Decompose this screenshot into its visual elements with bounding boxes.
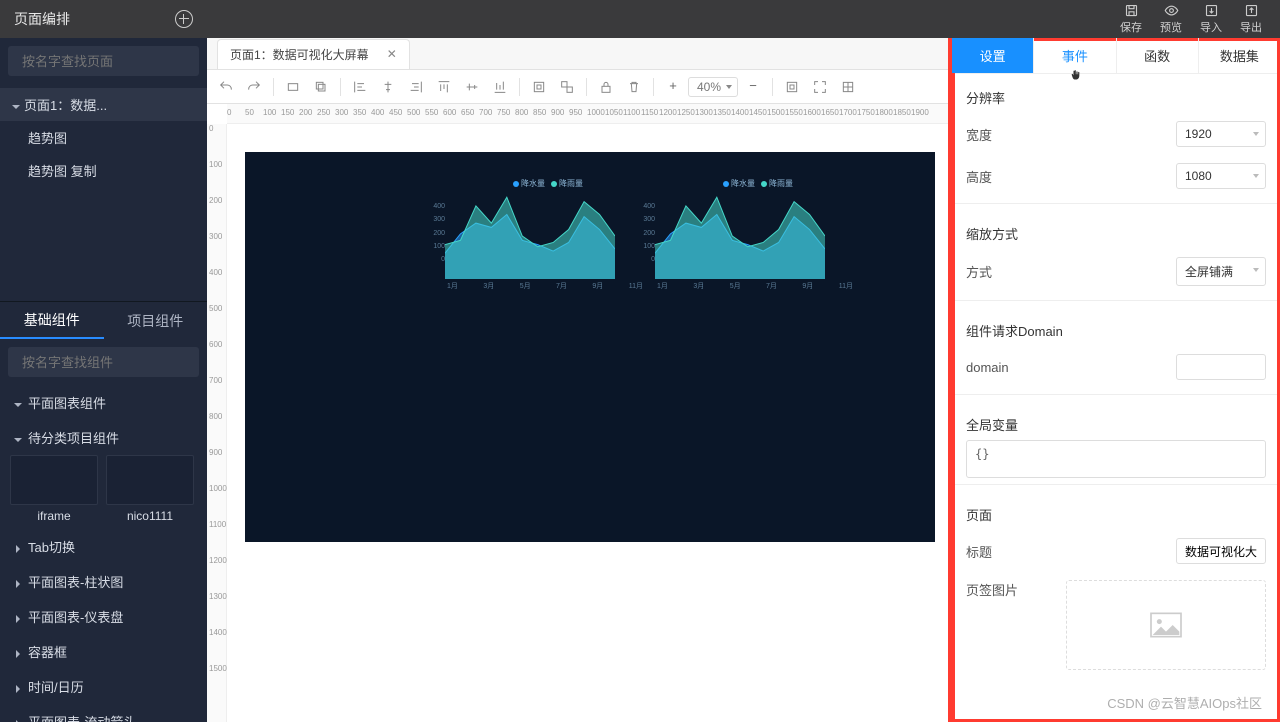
image-placeholder-icon <box>1146 610 1186 640</box>
editor-tab-label: 页面1：数据可视化大屏幕 <box>230 46 369 63</box>
component-group-3[interactable]: 平面图表-柱状图 <box>0 564 207 599</box>
component-thumb[interactable]: nico1111 <box>106 455 194 523</box>
component-list[interactable]: 平面图表组件待分类项目组件iframenico1111 Tab切换平面图表-柱状图… <box>0 385 207 722</box>
tab-base-components[interactable]: 基础组件 <box>0 302 104 339</box>
component-group-7[interactable]: 平面图表-流动箭头 <box>0 704 207 722</box>
ruler-horizontal: 0501001502002503003504004505005506006507… <box>227 104 948 124</box>
title-label: 标题 <box>966 542 1176 561</box>
align-bottom-button[interactable] <box>491 78 509 96</box>
domain-input[interactable] <box>1176 354 1266 380</box>
section-scale: 缩放方式 <box>966 210 1266 249</box>
export-button[interactable]: 导出 <box>1240 3 1262 35</box>
align-center-h-button[interactable] <box>379 78 397 96</box>
align-right-button[interactable] <box>407 78 425 96</box>
component-group-2[interactable]: Tab切换 <box>0 529 207 564</box>
canvas-stage[interactable]: 降水量降雨量01002003004001月3月5月7月9月11月 降水量降雨量0… <box>245 152 935 542</box>
redo-button[interactable] <box>245 78 263 96</box>
page-search[interactable] <box>8 46 199 76</box>
section-global: 全局变量 <box>966 401 1266 440</box>
component-tabs: 基础组件 项目组件 <box>0 301 207 339</box>
scale-label: 方式 <box>966 262 1176 281</box>
component-group-6[interactable]: 时间/日历 <box>0 669 207 704</box>
canvas-toolbar: + 40% − <box>207 70 948 104</box>
zoom-out-button[interactable]: − <box>744 78 762 96</box>
page-tree-child[interactable]: 趋势图 <box>0 121 207 154</box>
component-group-1[interactable]: 待分类项目组件 <box>0 420 207 455</box>
properties-panel: 设置 事件 函数 数据集 分辨率 宽度1920 高度1080 缩放方式 方式全屏… <box>952 38 1280 722</box>
tab-functions[interactable]: 函数 <box>1117 38 1199 73</box>
tab-project-components[interactable]: 项目组件 <box>104 302 208 339</box>
zoom-select[interactable]: 40% <box>688 77 738 97</box>
component-group-5[interactable]: 容器框 <box>0 634 207 669</box>
sidebar-title-bar: 页面编排 <box>0 0 207 38</box>
page-tree-root[interactable]: 页面1：数据... <box>0 88 207 121</box>
group-button[interactable] <box>530 78 548 96</box>
component-thumb[interactable]: iframe <box>10 455 98 523</box>
height-select[interactable]: 1080 <box>1176 163 1266 189</box>
delete-button[interactable] <box>625 78 643 96</box>
thumbnail-upload[interactable] <box>1066 580 1266 670</box>
canvas-area: 页面1：数据可视化大屏幕 ✕ + 40 <box>207 38 952 722</box>
fullscreen-button[interactable] <box>811 78 829 96</box>
component-group-4[interactable]: 平面图表-仪表盘 <box>0 599 207 634</box>
editor-tab[interactable]: 页面1：数据可视化大屏幕 ✕ <box>217 39 410 69</box>
properties-tabs: 设置 事件 函数 数据集 <box>952 38 1280 74</box>
zoom-in-button[interactable]: + <box>664 78 682 96</box>
zoom-control: + 40% − <box>664 77 762 97</box>
global-var-textarea[interactable]: {} <box>966 440 1266 478</box>
tab-settings[interactable]: 设置 <box>952 38 1034 73</box>
add-page-button[interactable] <box>175 10 193 28</box>
grid-button[interactable] <box>839 78 857 96</box>
sidebar: 页面编排 页面1：数据... 趋势图 趋势图 复制 基础组件 项目组件 平面图表… <box>0 38 207 722</box>
height-label: 高度 <box>966 167 1176 186</box>
save-button[interactable]: 保存 <box>1120 3 1142 35</box>
copy-button[interactable] <box>312 78 330 96</box>
page-search-input[interactable] <box>22 54 198 69</box>
sidebar-title: 页面编排 <box>14 9 70 29</box>
fit-button[interactable] <box>783 78 801 96</box>
close-icon[interactable]: ✕ <box>387 47 397 61</box>
section-domain: 组件请求Domain <box>966 307 1266 346</box>
domain-label: domain <box>966 360 1176 375</box>
width-label: 宽度 <box>966 125 1176 144</box>
cursor-hand-icon <box>1069 69 1083 83</box>
import-button[interactable]: 导入 <box>1200 3 1222 35</box>
align-center-v-button[interactable] <box>463 78 481 96</box>
section-resolution: 分辨率 <box>966 74 1266 113</box>
component-search[interactable] <box>8 347 199 377</box>
page-tree-child[interactable]: 趋势图 复制 <box>0 154 207 187</box>
align-top-button[interactable] <box>435 78 453 96</box>
title-input[interactable] <box>1176 538 1266 564</box>
tab-events[interactable]: 事件 <box>1034 38 1116 73</box>
ruler-vertical: 0100200300400500600700800900100011001200… <box>207 124 227 722</box>
undo-button[interactable] <box>217 78 235 96</box>
lock-button[interactable] <box>597 78 615 96</box>
rect-tool-button[interactable] <box>284 78 302 96</box>
scale-select[interactable]: 全屏铺满 <box>1176 257 1266 286</box>
preview-button[interactable]: 预览 <box>1160 3 1182 35</box>
tab-datasets[interactable]: 数据集 <box>1199 38 1280 73</box>
page-tree: 页面1：数据... 趋势图 趋势图 复制 <box>0 84 207 191</box>
align-left-button[interactable] <box>351 78 369 96</box>
chart-instance[interactable]: 降水量降雨量01002003004001月3月5月7月9月11月 <box>445 178 645 291</box>
canvas-viewport[interactable]: 0501001502002503003504004505005506006507… <box>207 104 948 722</box>
ungroup-button[interactable] <box>558 78 576 96</box>
component-group-0[interactable]: 平面图表组件 <box>0 385 207 420</box>
section-page: 页面 <box>966 491 1266 530</box>
editor-tabstrip: 页面1：数据可视化大屏幕 ✕ <box>207 38 948 70</box>
component-search-input[interactable] <box>22 355 198 370</box>
thumb-label: 页签图片 <box>966 580 1066 599</box>
width-select[interactable]: 1920 <box>1176 121 1266 147</box>
chart-instance[interactable]: 降水量降雨量01002003004001月3月5月7月9月11月 <box>655 178 855 291</box>
